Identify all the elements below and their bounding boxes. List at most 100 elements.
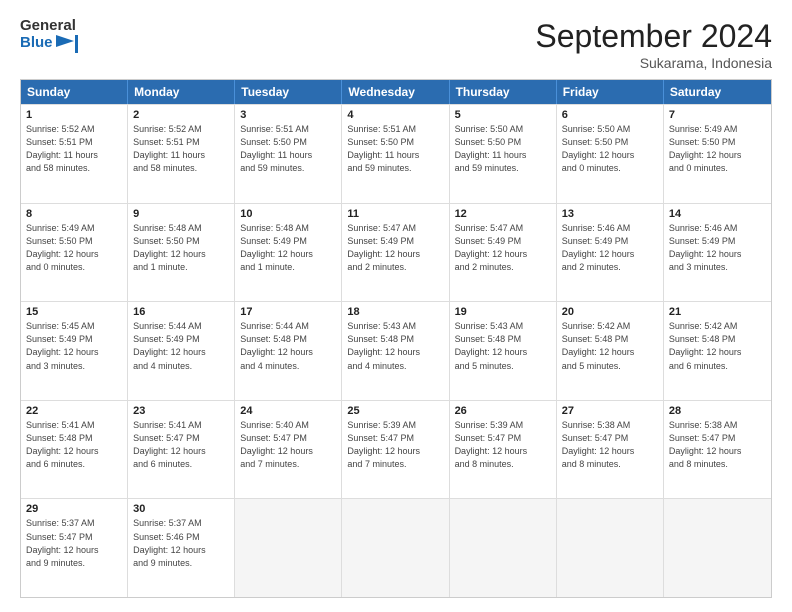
cell-info-line: Sunrise: 5:48 AM bbox=[240, 222, 336, 234]
location-subtitle: Sukarama, Indonesia bbox=[535, 55, 772, 71]
cal-cell-2-1: 16Sunrise: 5:44 AMSunset: 5:49 PMDayligh… bbox=[128, 302, 235, 400]
cell-info-line: Daylight: 12 hours bbox=[26, 248, 122, 260]
calendar-header: Sunday Monday Tuesday Wednesday Thursday… bbox=[21, 80, 771, 104]
day-number: 29 bbox=[26, 503, 122, 515]
cell-info-line: Daylight: 12 hours bbox=[562, 149, 658, 161]
day-number: 9 bbox=[133, 208, 229, 220]
cell-info-line: and 3 minutes. bbox=[669, 261, 766, 273]
cell-info-line: Daylight: 12 hours bbox=[133, 445, 229, 457]
cell-info-line: Daylight: 12 hours bbox=[347, 346, 443, 358]
cal-cell-4-5 bbox=[557, 499, 664, 597]
cell-info-line: Sunrise: 5:39 AM bbox=[347, 419, 443, 431]
cell-info-line: and 1 minute. bbox=[240, 261, 336, 273]
cell-info-line: Sunset: 5:47 PM bbox=[26, 531, 122, 543]
cal-cell-3-2: 24Sunrise: 5:40 AMSunset: 5:47 PMDayligh… bbox=[235, 401, 342, 499]
cal-cell-1-0: 8Sunrise: 5:49 AMSunset: 5:50 PMDaylight… bbox=[21, 204, 128, 302]
cal-cell-1-6: 14Sunrise: 5:46 AMSunset: 5:49 PMDayligh… bbox=[664, 204, 771, 302]
cal-cell-0-3: 4Sunrise: 5:51 AMSunset: 5:50 PMDaylight… bbox=[342, 105, 449, 203]
cal-cell-3-4: 26Sunrise: 5:39 AMSunset: 5:47 PMDayligh… bbox=[450, 401, 557, 499]
day-number: 11 bbox=[347, 208, 443, 220]
cell-info-line: Daylight: 11 hours bbox=[347, 149, 443, 161]
cell-info-line: Sunrise: 5:47 AM bbox=[455, 222, 551, 234]
cal-cell-0-0: 1Sunrise: 5:52 AMSunset: 5:51 PMDaylight… bbox=[21, 105, 128, 203]
day-number: 21 bbox=[669, 306, 766, 318]
cell-info-line: Daylight: 12 hours bbox=[669, 346, 766, 358]
cell-info-line: Sunset: 5:49 PM bbox=[455, 235, 551, 247]
cell-info-line: and 4 minutes. bbox=[240, 360, 336, 372]
week-row-2: 15Sunrise: 5:45 AMSunset: 5:49 PMDayligh… bbox=[21, 301, 771, 400]
day-number: 23 bbox=[133, 405, 229, 417]
week-row-1: 8Sunrise: 5:49 AMSunset: 5:50 PMDaylight… bbox=[21, 203, 771, 302]
day-number: 8 bbox=[26, 208, 122, 220]
cell-info-line: Sunset: 5:50 PM bbox=[669, 136, 766, 148]
cell-info-line: Daylight: 12 hours bbox=[455, 445, 551, 457]
day-number: 20 bbox=[562, 306, 658, 318]
cal-cell-1-2: 10Sunrise: 5:48 AMSunset: 5:49 PMDayligh… bbox=[235, 204, 342, 302]
cell-info-line: Sunset: 5:50 PM bbox=[455, 136, 551, 148]
cell-info-line: Sunrise: 5:44 AM bbox=[240, 320, 336, 332]
cell-info-line: Sunrise: 5:40 AM bbox=[240, 419, 336, 431]
cal-cell-0-6: 7Sunrise: 5:49 AMSunset: 5:50 PMDaylight… bbox=[664, 105, 771, 203]
cell-info-line: and 58 minutes. bbox=[26, 162, 122, 174]
cell-info-line: Sunset: 5:48 PM bbox=[562, 333, 658, 345]
cell-info-line: Daylight: 12 hours bbox=[26, 544, 122, 556]
cell-info-line: Daylight: 12 hours bbox=[562, 346, 658, 358]
cell-info-line: and 59 minutes. bbox=[455, 162, 551, 174]
cell-info-line: Sunset: 5:49 PM bbox=[133, 333, 229, 345]
day-number: 25 bbox=[347, 405, 443, 417]
cal-cell-3-0: 22Sunrise: 5:41 AMSunset: 5:48 PMDayligh… bbox=[21, 401, 128, 499]
cell-info-line: and 6 minutes. bbox=[133, 458, 229, 470]
cell-info-line: Sunset: 5:47 PM bbox=[669, 432, 766, 444]
cell-info-line: Sunrise: 5:46 AM bbox=[562, 222, 658, 234]
cell-info-line: and 6 minutes. bbox=[26, 458, 122, 470]
cell-info-line: Sunrise: 5:41 AM bbox=[26, 419, 122, 431]
week-row-3: 22Sunrise: 5:41 AMSunset: 5:48 PMDayligh… bbox=[21, 400, 771, 499]
cell-info-line: Sunrise: 5:50 AM bbox=[562, 123, 658, 135]
header: General Blue September 2024 Sukarama, In… bbox=[20, 18, 772, 71]
cal-cell-4-2 bbox=[235, 499, 342, 597]
cal-cell-1-3: 11Sunrise: 5:47 AMSunset: 5:49 PMDayligh… bbox=[342, 204, 449, 302]
cell-info-line: Sunset: 5:48 PM bbox=[240, 333, 336, 345]
cell-info-line: Daylight: 11 hours bbox=[240, 149, 336, 161]
cell-info-line: and 1 minute. bbox=[133, 261, 229, 273]
day-number: 3 bbox=[240, 109, 336, 121]
cell-info-line: Sunset: 5:47 PM bbox=[562, 432, 658, 444]
cell-info-line: Sunrise: 5:52 AM bbox=[133, 123, 229, 135]
cell-info-line: Sunrise: 5:47 AM bbox=[347, 222, 443, 234]
cell-info-line: and 2 minutes. bbox=[562, 261, 658, 273]
cell-info-line: Sunrise: 5:44 AM bbox=[133, 320, 229, 332]
day-number: 27 bbox=[562, 405, 658, 417]
day-number: 30 bbox=[133, 503, 229, 515]
cell-info-line: Sunrise: 5:38 AM bbox=[562, 419, 658, 431]
cell-info-line: Sunset: 5:51 PM bbox=[26, 136, 122, 148]
cal-cell-4-6 bbox=[664, 499, 771, 597]
day-number: 7 bbox=[669, 109, 766, 121]
cell-info-line: Sunrise: 5:37 AM bbox=[133, 517, 229, 529]
week-row-4: 29Sunrise: 5:37 AMSunset: 5:47 PMDayligh… bbox=[21, 498, 771, 597]
cell-info-line: Sunrise: 5:48 AM bbox=[133, 222, 229, 234]
day-number: 24 bbox=[240, 405, 336, 417]
cell-info-line: and 2 minutes. bbox=[455, 261, 551, 273]
header-saturday: Saturday bbox=[664, 80, 771, 104]
title-block: September 2024 Sukarama, Indonesia bbox=[535, 18, 772, 71]
cell-info-line: Sunset: 5:47 PM bbox=[133, 432, 229, 444]
cell-info-line: Sunrise: 5:38 AM bbox=[669, 419, 766, 431]
cal-cell-2-6: 21Sunrise: 5:42 AMSunset: 5:48 PMDayligh… bbox=[664, 302, 771, 400]
cal-cell-0-4: 5Sunrise: 5:50 AMSunset: 5:50 PMDaylight… bbox=[450, 105, 557, 203]
cal-cell-3-3: 25Sunrise: 5:39 AMSunset: 5:47 PMDayligh… bbox=[342, 401, 449, 499]
cell-info-line: Daylight: 12 hours bbox=[133, 248, 229, 260]
cell-info-line: Sunrise: 5:49 AM bbox=[669, 123, 766, 135]
calendar-page: General Blue September 2024 Sukarama, In… bbox=[0, 0, 792, 612]
cal-cell-0-1: 2Sunrise: 5:52 AMSunset: 5:51 PMDaylight… bbox=[128, 105, 235, 203]
cell-info-line: and 8 minutes. bbox=[455, 458, 551, 470]
cell-info-line: Sunset: 5:47 PM bbox=[455, 432, 551, 444]
cal-cell-1-5: 13Sunrise: 5:46 AMSunset: 5:49 PMDayligh… bbox=[557, 204, 664, 302]
cell-info-line: Sunset: 5:50 PM bbox=[240, 136, 336, 148]
day-number: 12 bbox=[455, 208, 551, 220]
cal-cell-2-3: 18Sunrise: 5:43 AMSunset: 5:48 PMDayligh… bbox=[342, 302, 449, 400]
cell-info-line: Daylight: 12 hours bbox=[133, 544, 229, 556]
cal-cell-0-2: 3Sunrise: 5:51 AMSunset: 5:50 PMDaylight… bbox=[235, 105, 342, 203]
cell-info-line: Daylight: 12 hours bbox=[669, 445, 766, 457]
cell-info-line: and 59 minutes. bbox=[347, 162, 443, 174]
header-sunday: Sunday bbox=[21, 80, 128, 104]
